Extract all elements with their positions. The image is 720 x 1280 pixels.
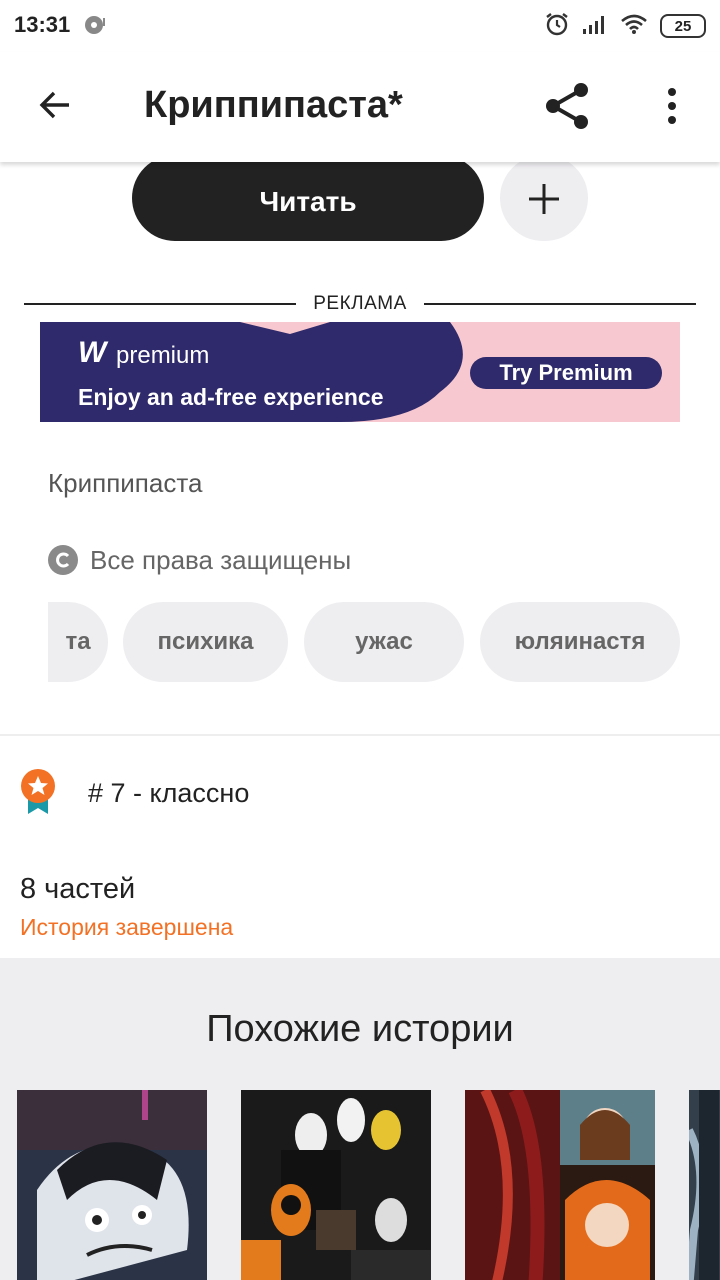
add-to-library-button[interactable] [500,155,588,241]
story-cover[interactable] [241,1090,431,1280]
share-button[interactable] [538,78,598,138]
share-icon [543,81,593,136]
arrow-left-icon [37,87,73,128]
tag-chip[interactable]: юляинастя [480,602,680,682]
ad-brand-name: premium [116,342,210,369]
status-icons: 25 [544,12,706,40]
ranking-text[interactable]: # 7 - классно [88,778,249,809]
copyright-icon [48,545,78,575]
tag-chip[interactable]: ужас [304,602,464,682]
ad-divider-left [24,303,296,305]
media-icon [84,14,106,36]
tag-label: ужас [355,628,413,655]
copyright-text: Все права защищены [90,545,352,575]
wifi-icon [620,13,648,40]
cover-image [465,1090,655,1280]
page-title: Криппипаста* [144,84,403,126]
more-options-button[interactable] [652,78,692,138]
ad-tagline: Enjoy an ad-free experience [78,384,384,410]
alarm-icon [544,11,570,42]
try-premium-button[interactable]: Try Premium [470,357,662,389]
status-bar: 13:31 25 [0,0,720,52]
cover-image [17,1090,207,1280]
read-button[interactable]: Читать [132,155,484,241]
story-cover[interactable] [465,1090,655,1280]
tag-chip[interactable]: психика [123,602,288,682]
story-status: История завершена [20,914,234,940]
signal-icon [582,13,608,40]
ad-banner[interactable]: W premium Enjoy an ad-free experience Tr… [40,322,680,422]
similar-stories-section: Похожие истории [0,958,720,1280]
cover-image [241,1090,431,1280]
parts-count[interactable]: 8 частей [20,873,135,906]
tag-list: та психика ужас юляинастя [48,602,720,682]
story-cover[interactable] [689,1090,720,1280]
similar-stories-title: Похожие истории [206,1008,514,1050]
story-cover[interactable] [17,1090,207,1280]
battery-indicator: 25 [660,14,706,38]
tag-label: та [65,628,91,655]
story-name: Криппипаста [48,468,203,498]
ribbon-badge-icon [18,768,58,816]
section-divider [0,734,720,736]
tag-label: психика [157,628,254,655]
ad-label: РЕКЛАМА [313,293,407,314]
back-button[interactable] [30,82,80,132]
status-time: 13:31 [14,12,71,37]
app-bar: Криппипаста* [0,52,720,162]
tag-chip[interactable]: та [48,602,108,682]
wattpad-logo: W [78,336,107,369]
plus-icon [527,182,561,221]
more-vertical-icon [666,87,678,129]
cover-image [689,1090,720,1280]
tag-label: юляинастя [514,628,646,655]
ad-divider-right [424,303,696,305]
